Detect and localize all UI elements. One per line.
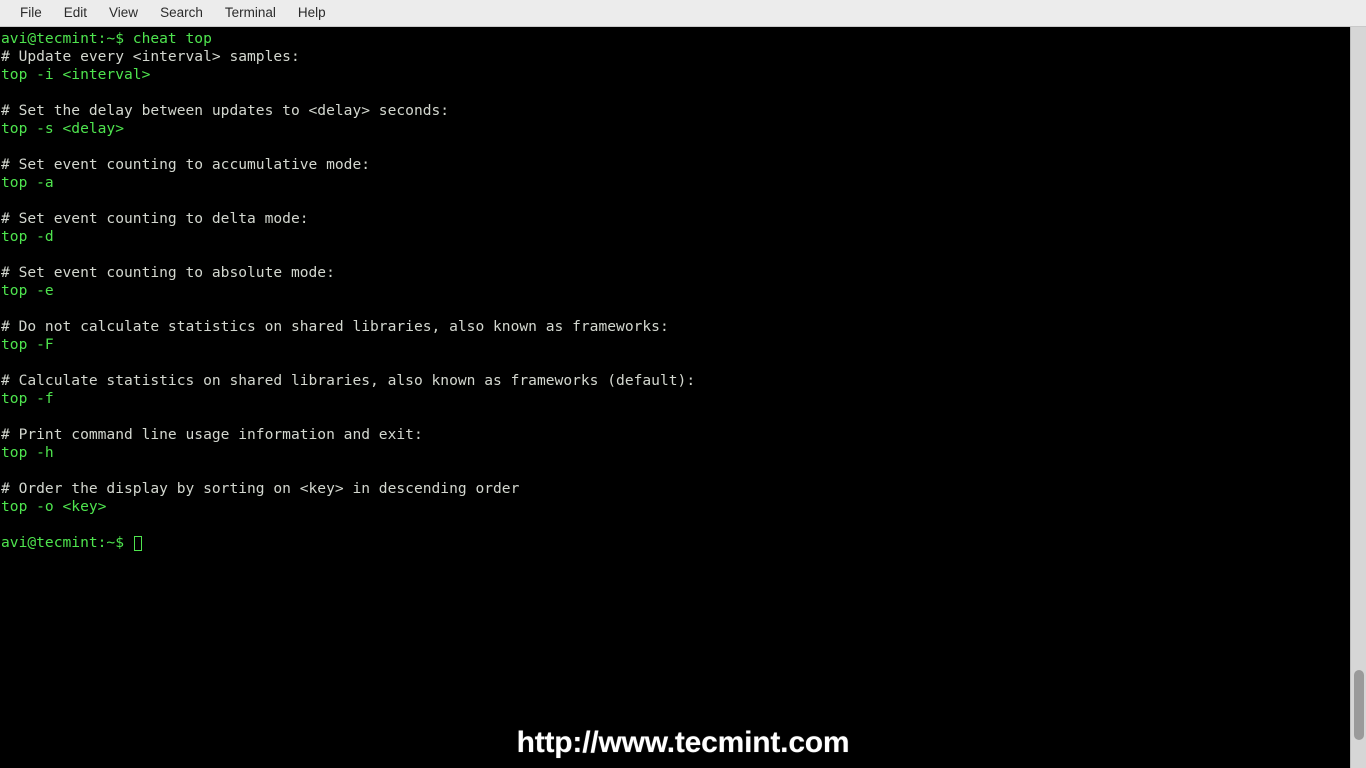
menu-bar: File Edit View Search Terminal Help xyxy=(0,0,1366,27)
terminal-line: # Print command line usage information a… xyxy=(1,426,423,443)
terminal-line: # Order the display by sorting on <key> … xyxy=(1,480,520,497)
terminal-line: # Do not calculate statistics on shared … xyxy=(1,318,669,335)
menu-item-terminal[interactable]: Terminal xyxy=(214,3,287,24)
shell-prompt: avi@tecmint:~$ xyxy=(1,534,133,551)
menu-item-search[interactable]: Search xyxy=(149,3,214,24)
terminal-line: # Set event counting to absolute mode: xyxy=(1,264,335,281)
terminal-line: top -a xyxy=(1,174,54,191)
watermark-url: http://www.tecmint.com xyxy=(516,726,850,759)
terminal-output-area[interactable]: avi@tecmint:~$ cheat top # Update every <… xyxy=(0,27,1350,768)
terminal-line: # Update every <interval> samples: xyxy=(1,48,300,65)
text-cursor xyxy=(133,535,142,551)
terminal-line: top -f xyxy=(1,390,54,407)
terminal-line: top -s <delay> xyxy=(1,120,125,137)
terminal-line: top -e xyxy=(1,282,54,299)
menu-item-edit[interactable]: Edit xyxy=(53,3,98,24)
terminal-line: # Set the delay between updates to <dela… xyxy=(1,102,450,119)
menu-item-file[interactable]: File xyxy=(9,3,53,24)
terminal-line: top -F xyxy=(1,336,54,353)
terminal-line: # Calculate statistics on shared librari… xyxy=(1,372,696,389)
terminal-line: top -i <interval> xyxy=(1,66,151,83)
terminal-line: # Set event counting to accumulative mod… xyxy=(1,156,371,173)
terminal-line: avi@tecmint:~$ cheat top xyxy=(1,30,212,47)
terminal-scrollbar[interactable] xyxy=(1350,27,1366,768)
menu-item-help[interactable]: Help xyxy=(287,3,337,24)
terminal-line: top -h xyxy=(1,444,54,461)
terminal-line: # Set event counting to delta mode: xyxy=(1,210,309,227)
terminal-line: top -d xyxy=(1,228,54,245)
terminal-line: top -o <key> xyxy=(1,498,107,515)
menu-item-view[interactable]: View xyxy=(98,3,149,24)
terminal-prompt-line: avi@tecmint:~$ xyxy=(1,534,1350,552)
terminal-window: File Edit View Search Terminal Help avi@tecmi… xyxy=(0,0,1366,768)
